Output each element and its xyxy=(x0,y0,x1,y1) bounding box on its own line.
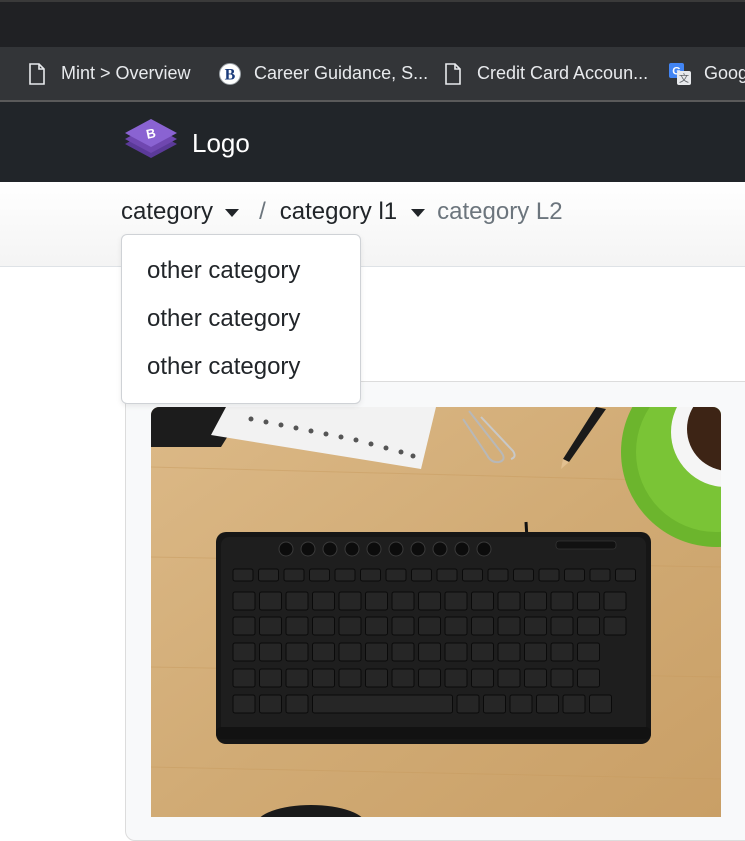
breadcrumb-category-l1-toggle[interactable]: category l1 xyxy=(280,198,437,226)
breadcrumb-category-toggle[interactable]: category xyxy=(121,198,240,226)
bookmark-label: Goog xyxy=(704,63,745,83)
page-icon xyxy=(25,62,49,86)
bookmark-mint[interactable]: Mint > Overview xyxy=(25,47,191,100)
dropdown-item[interactable]: other category xyxy=(122,295,360,343)
bookmark-google[interactable]: G文 Goog xyxy=(668,47,745,100)
dropdown-item[interactable]: other category xyxy=(122,343,360,391)
bookmark-label: Mint > Overview xyxy=(61,63,191,83)
breadcrumb-item-category-l2: category L2 xyxy=(437,198,563,225)
svg-text:B: B xyxy=(225,66,236,83)
breadcrumb: category / category l1 category L2 xyxy=(121,198,563,226)
bookmark-credit-card[interactable]: Credit Card Accoun... xyxy=(441,47,648,100)
breadcrumb-item-category: category xyxy=(121,198,214,225)
bookmark-label: Career Guidance, S... xyxy=(254,63,429,83)
page-icon xyxy=(441,62,465,86)
category-dropdown-menu: other category other category other cate… xyxy=(121,234,361,404)
dropdown-item[interactable]: other category xyxy=(122,247,360,295)
caret-down-icon xyxy=(225,209,240,217)
bookmarks-bar: Mint > Overview B Career Guidance, S... … xyxy=(0,47,745,102)
bootstrap-logo-icon: B xyxy=(124,116,178,171)
svg-text:文: 文 xyxy=(679,72,689,85)
navbar-brand[interactable]: B Logo xyxy=(124,116,250,171)
brand-text: Logo xyxy=(192,128,250,158)
top-navbar: B Logo xyxy=(0,102,745,182)
google-translate-icon: G文 xyxy=(668,62,692,86)
bookmark-career-guidance[interactable]: B Career Guidance, S... xyxy=(218,47,428,100)
keyboard-photo xyxy=(151,407,721,817)
breadcrumb-bar: category / category l1 category L2 xyxy=(0,182,745,267)
browser-tab-strip xyxy=(0,0,745,47)
breadcrumb-item-category-l1: category l1 xyxy=(279,198,398,225)
b-logo-icon: B xyxy=(218,62,242,86)
breadcrumb-separator: / xyxy=(259,198,266,225)
bookmark-label: Credit Card Accoun... xyxy=(477,63,649,83)
caret-down-icon xyxy=(411,209,426,217)
